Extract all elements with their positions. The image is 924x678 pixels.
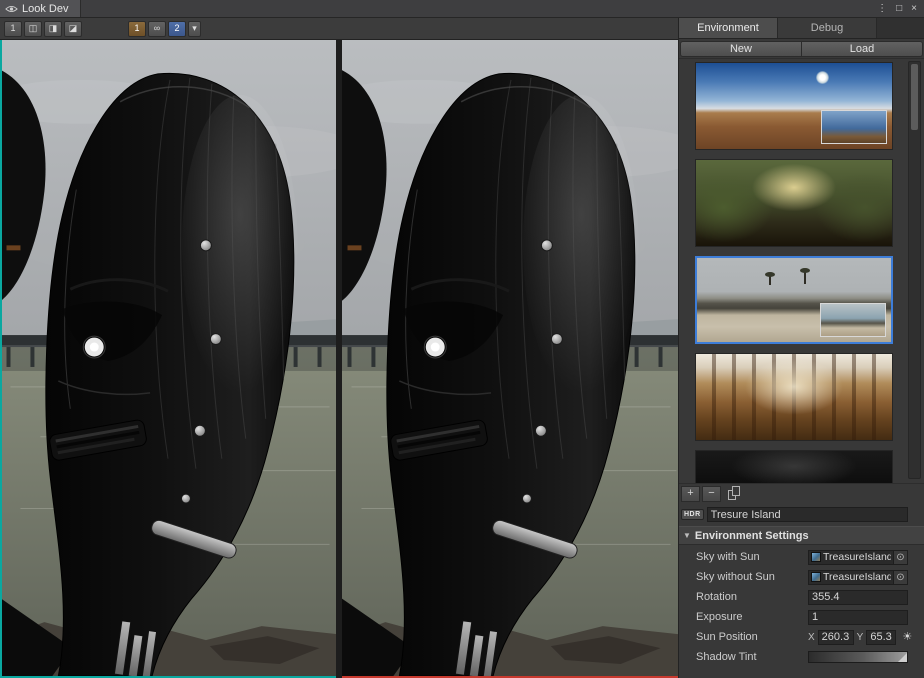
palm-tree [769,276,771,285]
shadow-tint-label: Shadow Tint [696,651,808,663]
layout-split-view-button[interactable]: ◨ [44,21,62,37]
thumbnail-inset-preview [820,303,886,337]
load-button[interactable]: Load [802,41,923,57]
exposure-field[interactable] [808,610,908,625]
render-view-2[interactable] [342,40,678,678]
layout-single-view-button[interactable]: 1 [4,21,22,37]
rotation-field[interactable] [808,590,908,605]
hdri-thumbnail-treasure-island[interactable] [695,256,893,344]
window-menu-icon[interactable]: ⋮ [877,3,887,14]
hdri-thumbnail-forest[interactable] [695,159,893,247]
setting-row-sky-with-sun: Sky with Sun TreasureIslandWh ⊙ [679,547,924,567]
lookdev-toolbar: 1 ◫ ◨ ◪ 1 ∞ 2 ▾ [0,18,678,40]
sky-without-sun-label: Sky without Sun [696,571,808,583]
hdri-thumbnail-church-interior[interactable] [695,353,893,441]
environment-panel: Environment Debug New Load + − HDR [678,18,924,678]
rotation-label: Rotation [696,591,808,603]
thumbnail-scrollbar[interactable] [908,61,921,479]
environment-actions: New Load [679,39,924,59]
setting-row-shadow-tint: Shadow Tint [679,647,924,667]
setting-row-sky-without-sun: Sky without Sun TreasureIslandWh ⊙ [679,567,924,587]
views-dropdown-icon[interactable]: ▾ [188,21,201,37]
layout-side-by-side-button[interactable]: ◫ [24,21,42,37]
environment-settings-foldout[interactable]: ▼ Environment Settings [679,526,924,545]
environment-name-field[interactable] [707,507,908,522]
duplicate-icon[interactable] [728,486,741,501]
new-button[interactable]: New [680,41,802,57]
sky-with-sun-label: Sky with Sun [696,551,808,563]
y-axis-label: Y [857,632,864,643]
sun-icon[interactable]: ☀ [899,629,915,645]
thumbnail-inset-preview [821,110,887,144]
sky-with-sun-field[interactable]: TreasureIslandWh ⊙ [808,550,908,565]
cubemap-icon [811,572,821,582]
tab-debug[interactable]: Debug [778,18,877,38]
exposure-label: Exposure [696,611,808,623]
remove-environment-button[interactable]: − [702,486,721,502]
window-title: Look Dev [22,3,68,15]
hdr-asset-icon: HDR [681,509,704,520]
sky-without-sun-value: TreasureIslandWh [823,571,891,583]
sun-position-x-field[interactable] [818,630,854,645]
sky-with-sun-value: TreasureIslandWh [823,551,891,563]
sun-position-y-field[interactable] [866,630,896,645]
eye-icon [5,5,18,13]
view2-environment-button[interactable]: 2 [168,21,186,37]
maximize-icon[interactable]: □ [896,3,902,14]
add-environment-button[interactable]: + [681,486,700,502]
window-titlebar: Look Dev ⋮ □ × [0,0,924,18]
lookdev-viewport [0,40,678,678]
hdri-thumbnail-dark[interactable] [695,450,893,483]
shadow-tint-swatch[interactable] [808,651,908,663]
setting-row-exposure: Exposure [679,607,924,627]
tab-strip-filler [877,18,924,38]
tab-environment[interactable]: Environment [679,18,778,38]
object-picker-icon[interactable]: ⊙ [893,570,907,585]
link-views-icon[interactable]: ∞ [148,21,166,37]
cubemap-icon [811,552,821,562]
x-axis-label: X [808,632,815,643]
view1-environment-button[interactable]: 1 [128,21,146,37]
panel-tabs: Environment Debug [679,18,924,39]
lookdev-window-tab[interactable]: Look Dev [0,0,81,17]
window-controls: ⋮ □ × [877,0,924,17]
object-picker-icon[interactable]: ⊙ [893,550,907,565]
palm-tree [804,272,806,284]
setting-row-rotation: Rotation [679,587,924,607]
hdri-thumbnail-sunny-desert[interactable] [695,62,893,150]
hdri-list-controls: + − [679,483,924,503]
hdri-list [679,59,924,483]
foldout-arrow-icon: ▼ [683,531,691,540]
setting-row-sun-position: Sun Position X Y ☀ [679,627,924,647]
scrollbar-thumb[interactable] [911,64,918,130]
environment-settings-title: Environment Settings [695,530,809,542]
close-icon[interactable]: × [911,3,917,14]
sun-position-label: Sun Position [696,631,808,643]
sky-without-sun-field[interactable]: TreasureIslandWh ⊙ [808,570,908,585]
sun-glow [816,71,829,84]
environment-name-row: HDR [679,503,924,526]
render-view-1[interactable] [0,40,336,678]
layout-zone-view-button[interactable]: ◪ [64,21,82,37]
